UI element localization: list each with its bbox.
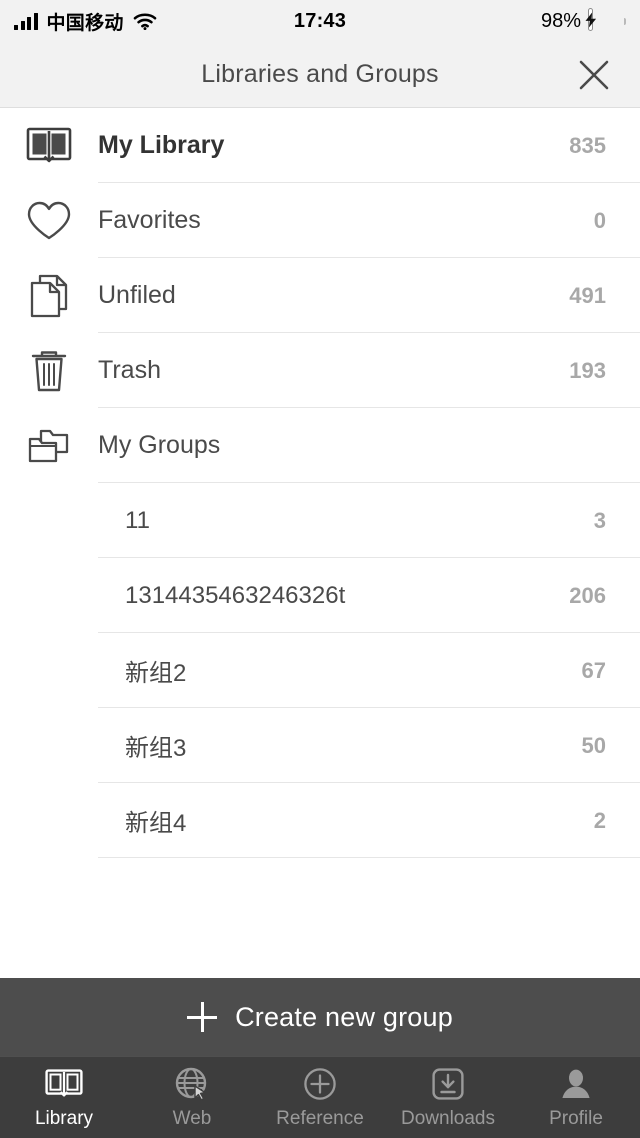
close-icon[interactable] xyxy=(568,49,620,101)
tab-label: Reference xyxy=(276,1108,364,1129)
group-count: 206 xyxy=(569,582,606,608)
list-item-label: Trash xyxy=(98,356,161,384)
list-item-label: Unfiled xyxy=(98,281,176,309)
heart-icon xyxy=(0,200,98,242)
group-label: 新组3 xyxy=(125,735,187,762)
group-count: 50 xyxy=(581,732,606,758)
list-item-unfiled[interactable]: Unfiled 491 xyxy=(0,258,640,333)
person-icon xyxy=(560,1065,592,1103)
list-item-count: 491 xyxy=(569,282,606,308)
group-row[interactable]: 11 3 xyxy=(0,483,640,558)
globe-icon xyxy=(175,1065,209,1103)
tab-downloads[interactable]: Downloads xyxy=(384,1057,512,1138)
tab-label: Downloads xyxy=(401,1108,495,1129)
group-count: 67 xyxy=(581,657,606,683)
create-new-group-label: Create new group xyxy=(235,1001,453,1032)
tab-profile[interactable]: Profile xyxy=(512,1057,640,1138)
tab-web[interactable]: Web xyxy=(128,1057,256,1138)
tab-reference[interactable]: Reference xyxy=(256,1057,384,1138)
list-item-label: My Groups xyxy=(98,431,221,459)
list-item-label: Favorites xyxy=(98,206,201,234)
page-header: Libraries and Groups xyxy=(0,42,640,108)
battery-percent-label: 98% xyxy=(540,9,581,32)
list-item-favorites[interactable]: Favorites 0 xyxy=(0,183,640,258)
group-row[interactable]: 新组3 50 xyxy=(0,708,640,783)
group-row[interactable]: 1314435463246326t 206 xyxy=(0,558,640,633)
list-item-count: 0 xyxy=(593,207,606,233)
list-item-count: 835 xyxy=(569,132,606,158)
plus-circle-icon xyxy=(303,1065,337,1103)
list-item-count: 193 xyxy=(569,357,606,383)
download-icon xyxy=(432,1065,464,1103)
open-book-icon xyxy=(0,127,98,165)
group-row[interactable]: 新组2 67 xyxy=(0,633,640,708)
group-label: 1314435463246326t xyxy=(125,581,346,609)
status-bar-right: 98% xyxy=(540,8,626,33)
tab-label: Library xyxy=(34,1108,94,1129)
trash-icon xyxy=(0,348,98,394)
list-item-my-library[interactable]: My Library 835 xyxy=(0,108,640,183)
battery-charging-icon xyxy=(585,8,626,31)
libraries-list: My Library 835 Favorites 0 Unfiled 491 T… xyxy=(0,108,640,978)
book-icon xyxy=(45,1065,83,1103)
group-row[interactable]: 新组4 2 xyxy=(0,783,640,858)
create-new-group-button[interactable]: Create new group xyxy=(0,978,640,1056)
group-count: 2 xyxy=(593,807,606,833)
plus-icon xyxy=(187,1002,218,1032)
group-count: 3 xyxy=(593,507,606,533)
app-screen: 中国移动 17:43 98% Libraries and Groups My L… xyxy=(0,0,640,1138)
tab-library[interactable]: Library xyxy=(0,1057,128,1138)
list-item-my-groups[interactable]: My Groups xyxy=(0,408,640,483)
group-label: 11 xyxy=(125,506,150,534)
documents-icon xyxy=(0,273,98,319)
tab-label: Web xyxy=(172,1108,212,1129)
list-item-trash[interactable]: Trash 193 xyxy=(0,333,640,408)
list-item-label: My Library xyxy=(98,131,225,159)
tab-label: Profile xyxy=(549,1108,603,1129)
page-title: Libraries and Groups xyxy=(201,60,439,88)
status-bar: 中国移动 17:43 98% xyxy=(0,0,640,42)
bottom-tab-bar: Library Web Reference Downloads Profile xyxy=(0,1056,640,1138)
folders-icon xyxy=(0,425,98,467)
group-label: 新组2 xyxy=(125,660,187,687)
group-label: 新组4 xyxy=(125,810,187,837)
